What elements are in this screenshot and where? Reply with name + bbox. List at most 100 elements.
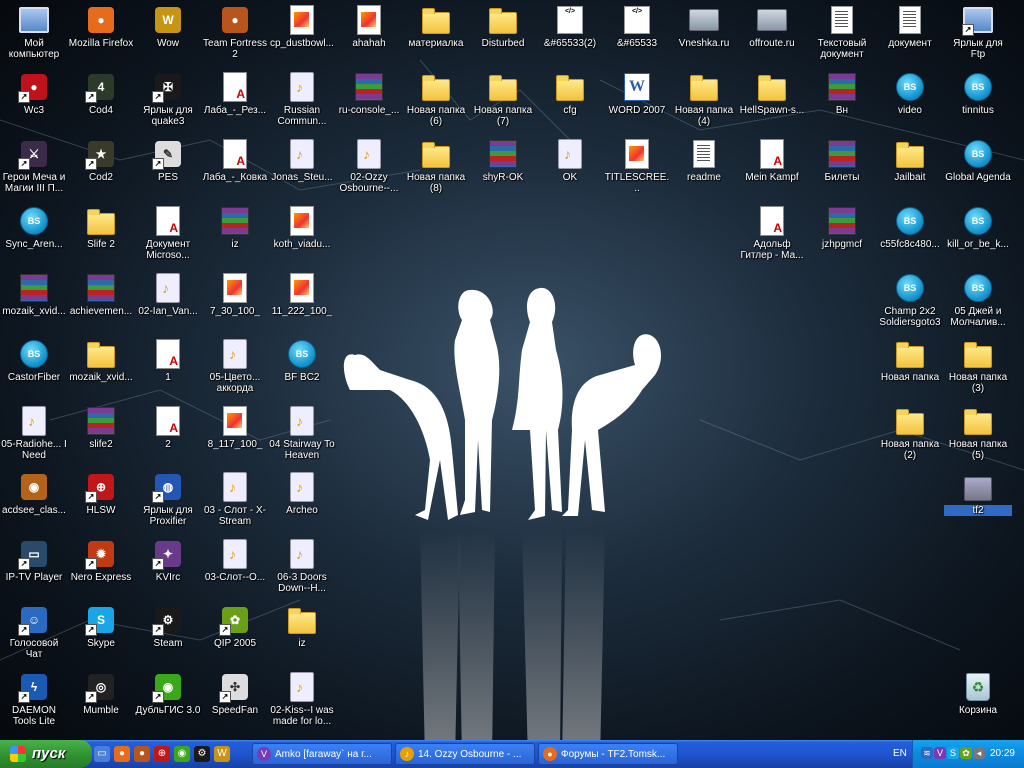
ventrilo-tray-icon[interactable]: V: [934, 747, 946, 759]
desktop-icon[interactable]: Новая папка (8): [402, 136, 470, 202]
desktop-icon[interactable]: W WORD 2007: [603, 69, 671, 135]
desktop[interactable]: Мой компьютер ● Mozilla Firefox W Wow ● Team F…: [0, 0, 1024, 760]
desktop-icon[interactable]: S ↗ Skype: [67, 602, 135, 668]
desktop-icon[interactable]: iz: [201, 203, 269, 269]
desktop-icon[interactable]: ♻ Корзина: [944, 669, 1012, 735]
desktop-icon[interactable]: BS tinnitus: [944, 69, 1012, 135]
desktop-icon[interactable]: offroute.ru: [738, 2, 806, 68]
desktop-icon[interactable]: ⚙ ↗ Steam: [134, 602, 202, 668]
desktop-icon[interactable]: BS Sync_Aren...: [0, 203, 68, 269]
taskbar-window-button[interactable]: ♪ 14. Ozzy Osbourne - ...: [395, 743, 535, 765]
speaker-tray-icon[interactable]: ◂: [973, 747, 985, 759]
desktop-icon[interactable]: 1: [134, 336, 202, 402]
desktop-icon[interactable]: </> &#65533: [603, 2, 671, 68]
desktop-icon[interactable]: Jailbait: [876, 136, 944, 202]
desktop-icon[interactable]: jzhpgmcf: [808, 203, 876, 269]
desktop-icon[interactable]: BS CastorFiber: [0, 336, 68, 402]
desktop-icon[interactable]: BS c55fc8c480...: [876, 203, 944, 269]
desktop-icon[interactable]: Новая папка (3): [944, 336, 1012, 402]
network-tray-icon[interactable]: ≋: [921, 747, 933, 759]
desktop-icon[interactable]: ⊕ ↗ HLSW: [67, 469, 135, 535]
desktop-icon[interactable]: ◉ ↗ ДубльГИС 3.0: [134, 669, 202, 735]
desktop-icon[interactable]: cp_dustbowl...: [268, 2, 336, 68]
desktop-icon[interactable]: slife2: [67, 403, 135, 469]
desktop-icon[interactable]: OK: [536, 136, 604, 202]
desktop-icon[interactable]: mozaik_xvid...: [67, 336, 135, 402]
desktop-icon[interactable]: BS Champ 2x2 Soldiersgoto3: [876, 270, 944, 336]
desktop-icon[interactable]: 05-Radiohe... I Need: [0, 403, 68, 469]
firefox-icon[interactable]: ●: [114, 746, 130, 762]
clock[interactable]: 20:29: [990, 740, 1015, 768]
qip-tray-icon[interactable]: ✿: [960, 747, 972, 759]
desktop-icon[interactable]: 02-Ozzy Osbourne--...: [335, 136, 403, 202]
desktop-icon[interactable]: Archeo: [268, 469, 336, 535]
hlsw-icon[interactable]: ⊕: [154, 746, 170, 762]
desktop-icon[interactable]: ru-console_...: [335, 69, 403, 135]
desktop-icon[interactable]: ⚔ ↗ Герои Меча и Магии III П...: [0, 136, 68, 202]
desktop-icon[interactable]: Лаба_-_Рез...: [201, 69, 269, 135]
desktop-icon[interactable]: материалка: [402, 2, 470, 68]
desktop-icon[interactable]: HellSpawn-s...: [738, 69, 806, 135]
taskbar-window-button[interactable]: V Amko [faraway` на г...: [252, 743, 392, 765]
desktop-icon[interactable]: ✹ ↗ Nero Express: [67, 536, 135, 602]
desktop-icon[interactable]: Mein Kampf: [738, 136, 806, 202]
desktop-icon[interactable]: Текстовый документ: [808, 2, 876, 68]
desktop-icon[interactable]: Лаба_-_Ковка: [201, 136, 269, 202]
desktop-icon[interactable]: Билеты: [808, 136, 876, 202]
wow-icon[interactable]: W: [214, 746, 230, 762]
desktop-icon[interactable]: ● Team Fortress 2: [201, 2, 269, 68]
desktop-icon[interactable]: cfg: [536, 69, 604, 135]
show-desktop-icon[interactable]: ▭: [94, 746, 110, 762]
desktop-icon[interactable]: Новая папка (5): [944, 403, 1012, 469]
steam-icon[interactable]: ⚙: [194, 746, 210, 762]
desktop-icon[interactable]: 06-3 Doors Down--H...: [268, 536, 336, 602]
desktop-icon[interactable]: ↗ Ярлык для Ftp: [944, 2, 1012, 68]
desktop-icon[interactable]: 7_30_100_: [201, 270, 269, 336]
desktop-icon[interactable]: Документ Microso...: [134, 203, 202, 269]
desktop-icon[interactable]: 2: [134, 403, 202, 469]
desktop-icon[interactable]: 11_222_100_: [268, 270, 336, 336]
desktop-icon[interactable]: achievemen...: [67, 270, 135, 336]
tf2-icon[interactable]: ●: [134, 746, 150, 762]
skype-tray-icon[interactable]: S: [947, 747, 959, 759]
desktop-icon[interactable]: 4 ↗ Cod4: [67, 69, 135, 135]
desktop-icon[interactable]: Новая папка (2): [876, 403, 944, 469]
desktop-icon[interactable]: BS video: [876, 69, 944, 135]
desktop-icon[interactable]: Новая папка (4): [670, 69, 738, 135]
desktop-icon[interactable]: shyR-OK: [469, 136, 537, 202]
2gis-icon[interactable]: ◉: [174, 746, 190, 762]
desktop-icon[interactable]: Мой компьютер: [0, 2, 68, 68]
desktop-icon[interactable]: ahahah: [335, 2, 403, 68]
desktop-icon[interactable]: Вн: [808, 69, 876, 135]
desktop-icon[interactable]: BS BF BC2: [268, 336, 336, 402]
desktop-icon[interactable]: 05-Цвето... аккорда: [201, 336, 269, 402]
desktop-icon[interactable]: iz: [268, 602, 336, 668]
desktop-icon[interactable]: Новая папка: [876, 336, 944, 402]
desktop-icon[interactable]: 02-Ian_Van...: [134, 270, 202, 336]
start-button[interactable]: пуск: [0, 740, 92, 768]
desktop-icon[interactable]: Новая папка (6): [402, 69, 470, 135]
desktop-icon[interactable]: Адольф Гитлер - Ма...: [738, 203, 806, 269]
desktop-icon[interactable]: Jonas_Steu...: [268, 136, 336, 202]
desktop-icon[interactable]: ✦ ↗ KVIrc: [134, 536, 202, 602]
desktop-icon[interactable]: 03-Слот--О...: [201, 536, 269, 602]
desktop-icon[interactable]: ◉ acdsee_clas...: [0, 469, 68, 535]
desktop-icon[interactable]: ● Mozilla Firefox: [67, 2, 135, 68]
desktop-icon[interactable]: ◍ ↗ Ярлык для Proxifier: [134, 469, 202, 535]
desktop-icon[interactable]: 02-Kiss--I was made for lo...: [268, 669, 336, 735]
taskbar-window-button[interactable]: ● Форумы - TF2.Tomsk...: [538, 743, 678, 765]
desktop-icon[interactable]: ϟ ↗ DAEMON Tools Lite: [0, 669, 68, 735]
desktop-icon[interactable]: mozaik_xvid...: [0, 270, 68, 336]
desktop-icon[interactable]: 04 Stairway To Heaven: [268, 403, 336, 469]
desktop-icon[interactable]: 03 - Слот - X-Stream: [201, 469, 269, 535]
desktop-icon[interactable]: ★ ↗ Cod2: [67, 136, 135, 202]
desktop-icon[interactable]: Disturbed: [469, 2, 537, 68]
desktop-icon[interactable]: Russian Commun...: [268, 69, 336, 135]
desktop-icon[interactable]: BS kill_or_be_k...: [944, 203, 1012, 269]
desktop-icon[interactable]: </> &#65533(2): [536, 2, 604, 68]
desktop-icon[interactable]: ✎ ↗ PES: [134, 136, 202, 202]
desktop-icon[interactable]: BS 05 Джей и Молчалив...: [944, 270, 1012, 336]
desktop-icon[interactable]: BS Global Agenda: [944, 136, 1012, 202]
desktop-icon[interactable]: ✿ ↗ QIP 2005: [201, 602, 269, 668]
desktop-icon[interactable]: Vneshka.ru: [670, 2, 738, 68]
